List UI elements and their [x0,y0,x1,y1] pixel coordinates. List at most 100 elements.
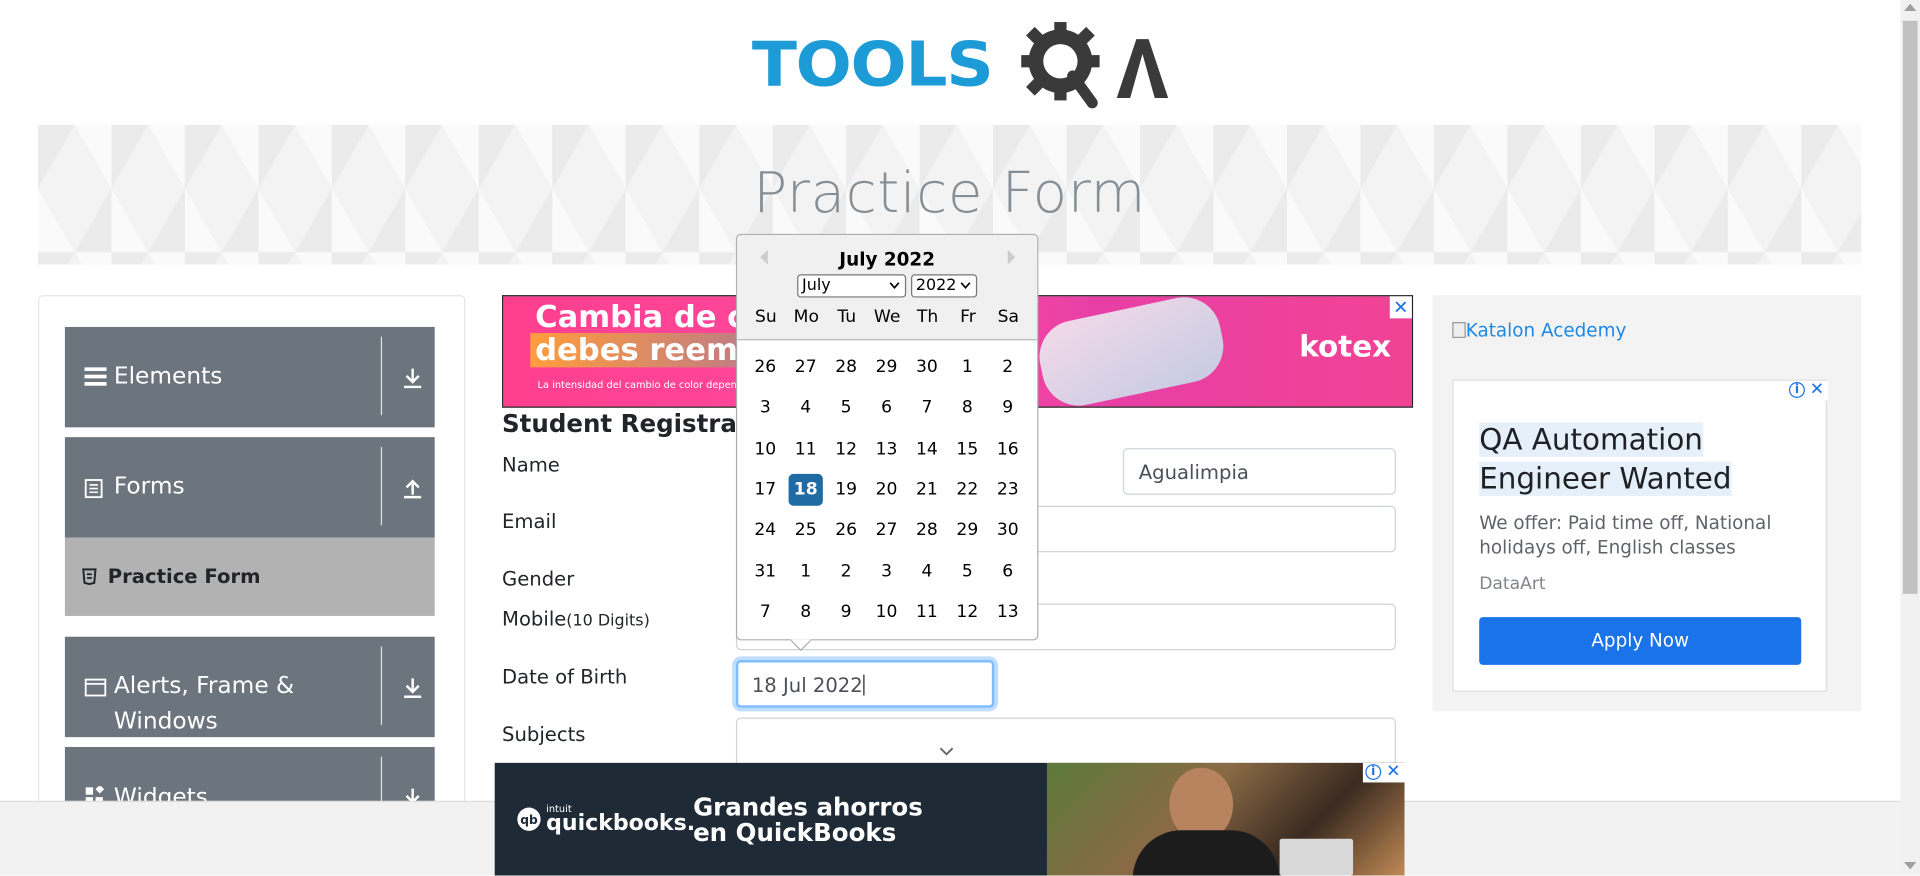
chevron-down-icon [889,282,900,290]
date-picker-pointer [789,639,812,652]
calendar-day[interactable]: 4 [789,392,823,424]
calendar-day[interactable]: 2 [991,351,1025,383]
month-select-value: July [802,276,831,296]
calendar-day-outside-month[interactable]: 30 [910,351,944,383]
ad-brand: kotex [1299,329,1392,364]
calendar-day-outside-month[interactable]: 7 [748,596,782,628]
scroll-down-icon[interactable] [1904,862,1917,870]
calendar-day[interactable]: 28 [910,515,944,547]
calendar-day-outside-month[interactable]: 9 [829,596,863,628]
calendar-day[interactable]: 6 [869,392,903,424]
calendar-day-outside-month[interactable]: 29 [869,351,903,383]
divider [380,646,383,725]
calendar-day[interactable]: 8 [950,392,984,424]
calendar-day[interactable]: 21 [910,474,944,506]
job-ad-card[interactable]: i ✕ QA Automation Engineer Wanted We offe… [1452,379,1829,692]
sidebar-item-label: Practice Form [107,564,261,588]
calendar-day-outside-month[interactable]: 4 [910,555,944,587]
ad-choices[interactable]: i ✕ [1786,380,1829,401]
calendar-day-outside-month[interactable]: 27 [789,351,823,383]
calendar-day-outside-month[interactable]: 8 [789,596,823,628]
date-of-birth-input[interactable]: 18 Jul 2022 [735,660,995,708]
calendar-day[interactable]: 15 [950,433,984,465]
ad-headline-line2: en QuickBooks [693,817,897,848]
close-icon[interactable]: ✕ [1389,296,1412,319]
calendar-day[interactable]: 3 [748,392,782,424]
calendar-day[interactable]: 5 [829,392,863,424]
ad-banner-quickbooks[interactable]: qb intuit quickbooks. Grandes ahorros en… [494,762,1405,876]
download-icon[interactable] [402,677,424,699]
ad-choices[interactable]: i ✕ [1362,762,1405,783]
calendar-day[interactable]: 27 [869,515,903,547]
sidebar-group-alerts[interactable]: Alerts, Frame & Windows [64,636,435,738]
calendar-day[interactable]: 11 [789,433,823,465]
name-label: Name [502,453,560,477]
calendar-day-outside-month[interactable]: 12 [950,596,984,628]
calendar-day-outside-month[interactable]: 13 [991,596,1025,628]
job-ad-headline-line2: Engineer Wanted [1479,461,1732,496]
year-select[interactable]: 2022 [911,274,978,298]
calendar-day[interactable]: 12 [829,433,863,465]
calendar-day-outside-month[interactable]: 5 [950,555,984,587]
download-icon[interactable] [402,367,424,389]
next-month-icon[interactable] [1005,249,1017,266]
menu-icon [84,367,107,386]
subjects-input[interactable] [735,717,1396,767]
calendar-day[interactable]: 30 [991,515,1025,547]
calendar-day-outside-month[interactable]: 10 [869,596,903,628]
calendar-day[interactable]: 16 [991,433,1025,465]
calendar-day-outside-month[interactable]: 28 [829,351,863,383]
calendar-day[interactable]: 29 [950,515,984,547]
logo-text: TOOLS [751,29,994,101]
quickbooks-logo-icon: qb [517,807,541,831]
divider [380,446,383,526]
calendar-day[interactable]: 22 [950,474,984,506]
calendar-day[interactable]: 23 [991,474,1025,506]
year-select-value: 2022 [915,276,957,296]
calendar-day[interactable]: 20 [869,474,903,506]
last-name-input[interactable]: Agualimpia [1122,448,1396,495]
page-title: Practice Form [753,159,1146,226]
month-select[interactable]: July [797,274,907,298]
calendar-day[interactable]: 18 [788,473,823,506]
calendar-day[interactable]: 9 [991,392,1025,424]
toolsqa-logo[interactable]: TOOLS [751,17,1169,115]
calendar-day[interactable]: 31 [748,555,782,587]
job-ad-body: We offer: Paid time off, National holida… [1479,511,1772,559]
document-icon [84,479,103,499]
katalon-academy-link[interactable]: Katalon Acedemy [1452,320,1626,342]
info-icon[interactable]: i [1788,382,1805,398]
ad-photo [1046,762,1405,876]
sidebar-item-practice-form[interactable]: Practice Form [64,537,435,616]
calendar-day-outside-month[interactable]: 2 [829,555,863,587]
sidebar-group-forms[interactable]: Forms [64,437,435,538]
calendar-day[interactable]: 19 [829,474,863,506]
close-icon[interactable]: ✕ [1386,763,1400,781]
calendar-day-outside-month[interactable]: 3 [869,555,903,587]
calendar-day[interactable]: 13 [869,433,903,465]
calendar-day[interactable]: 17 [748,474,782,506]
scroll-up-icon[interactable] [1904,3,1917,12]
calendar-day[interactable]: 10 [748,433,782,465]
apply-now-button[interactable]: Apply Now [1479,617,1802,665]
calendar-day-outside-month[interactable]: 6 [991,555,1025,587]
calendar-day[interactable]: 14 [910,433,944,465]
chevron-down-icon[interactable] [938,746,955,758]
calendar-day-outside-month[interactable]: 26 [748,351,782,383]
job-ad-headline: QA Automation Engineer Wanted [1479,420,1810,498]
calendar-day[interactable]: 1 [950,351,984,383]
info-icon[interactable]: i [1365,764,1382,781]
close-icon[interactable]: ✕ [1810,380,1824,400]
calendar-day[interactable]: 25 [789,515,823,547]
sidebar-group-label: Elements [113,362,223,390]
upload-icon[interactable] [402,478,424,500]
calendar-day-outside-month[interactable]: 11 [910,596,944,628]
sidebar-group-elements[interactable]: Elements [64,326,435,428]
calendar-day[interactable]: 7 [910,392,944,424]
calendar-day-outside-month[interactable]: 1 [789,555,823,587]
calendar-day[interactable]: 24 [748,515,782,547]
calendar-day[interactable]: 26 [829,515,863,547]
scrollbar-thumb[interactable] [1902,20,1918,594]
window-icon [84,678,107,697]
dob-value: 18 Jul 2022 [751,673,863,697]
